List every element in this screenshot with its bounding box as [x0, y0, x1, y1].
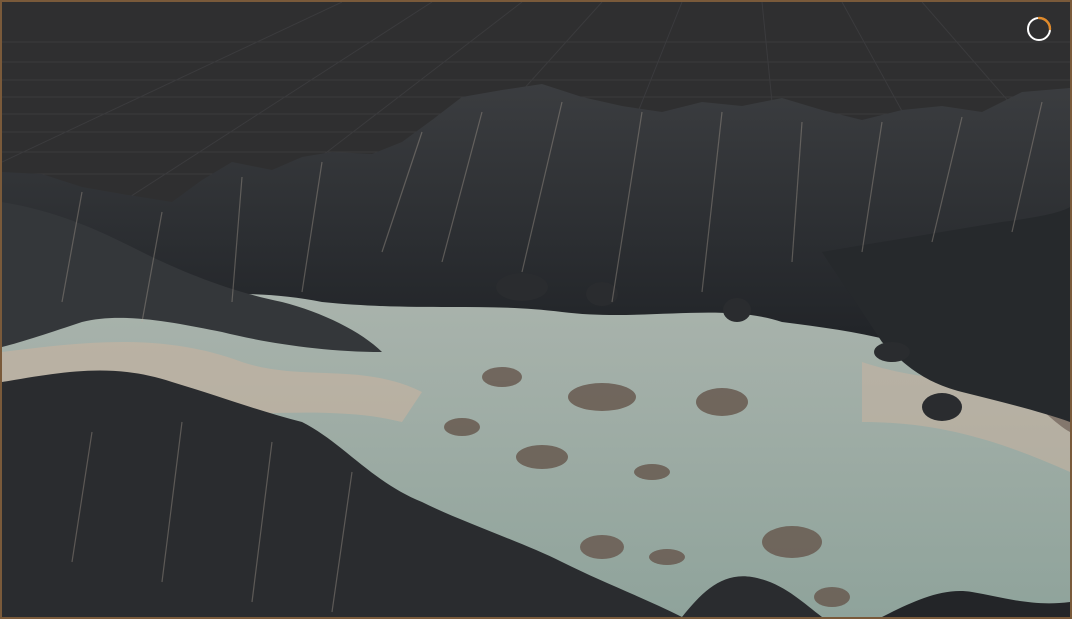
- loading-spinner-icon[interactable]: [1026, 16, 1052, 42]
- 3d-viewport[interactable]: [0, 0, 1072, 619]
- terrain-render: [2, 84, 1070, 617]
